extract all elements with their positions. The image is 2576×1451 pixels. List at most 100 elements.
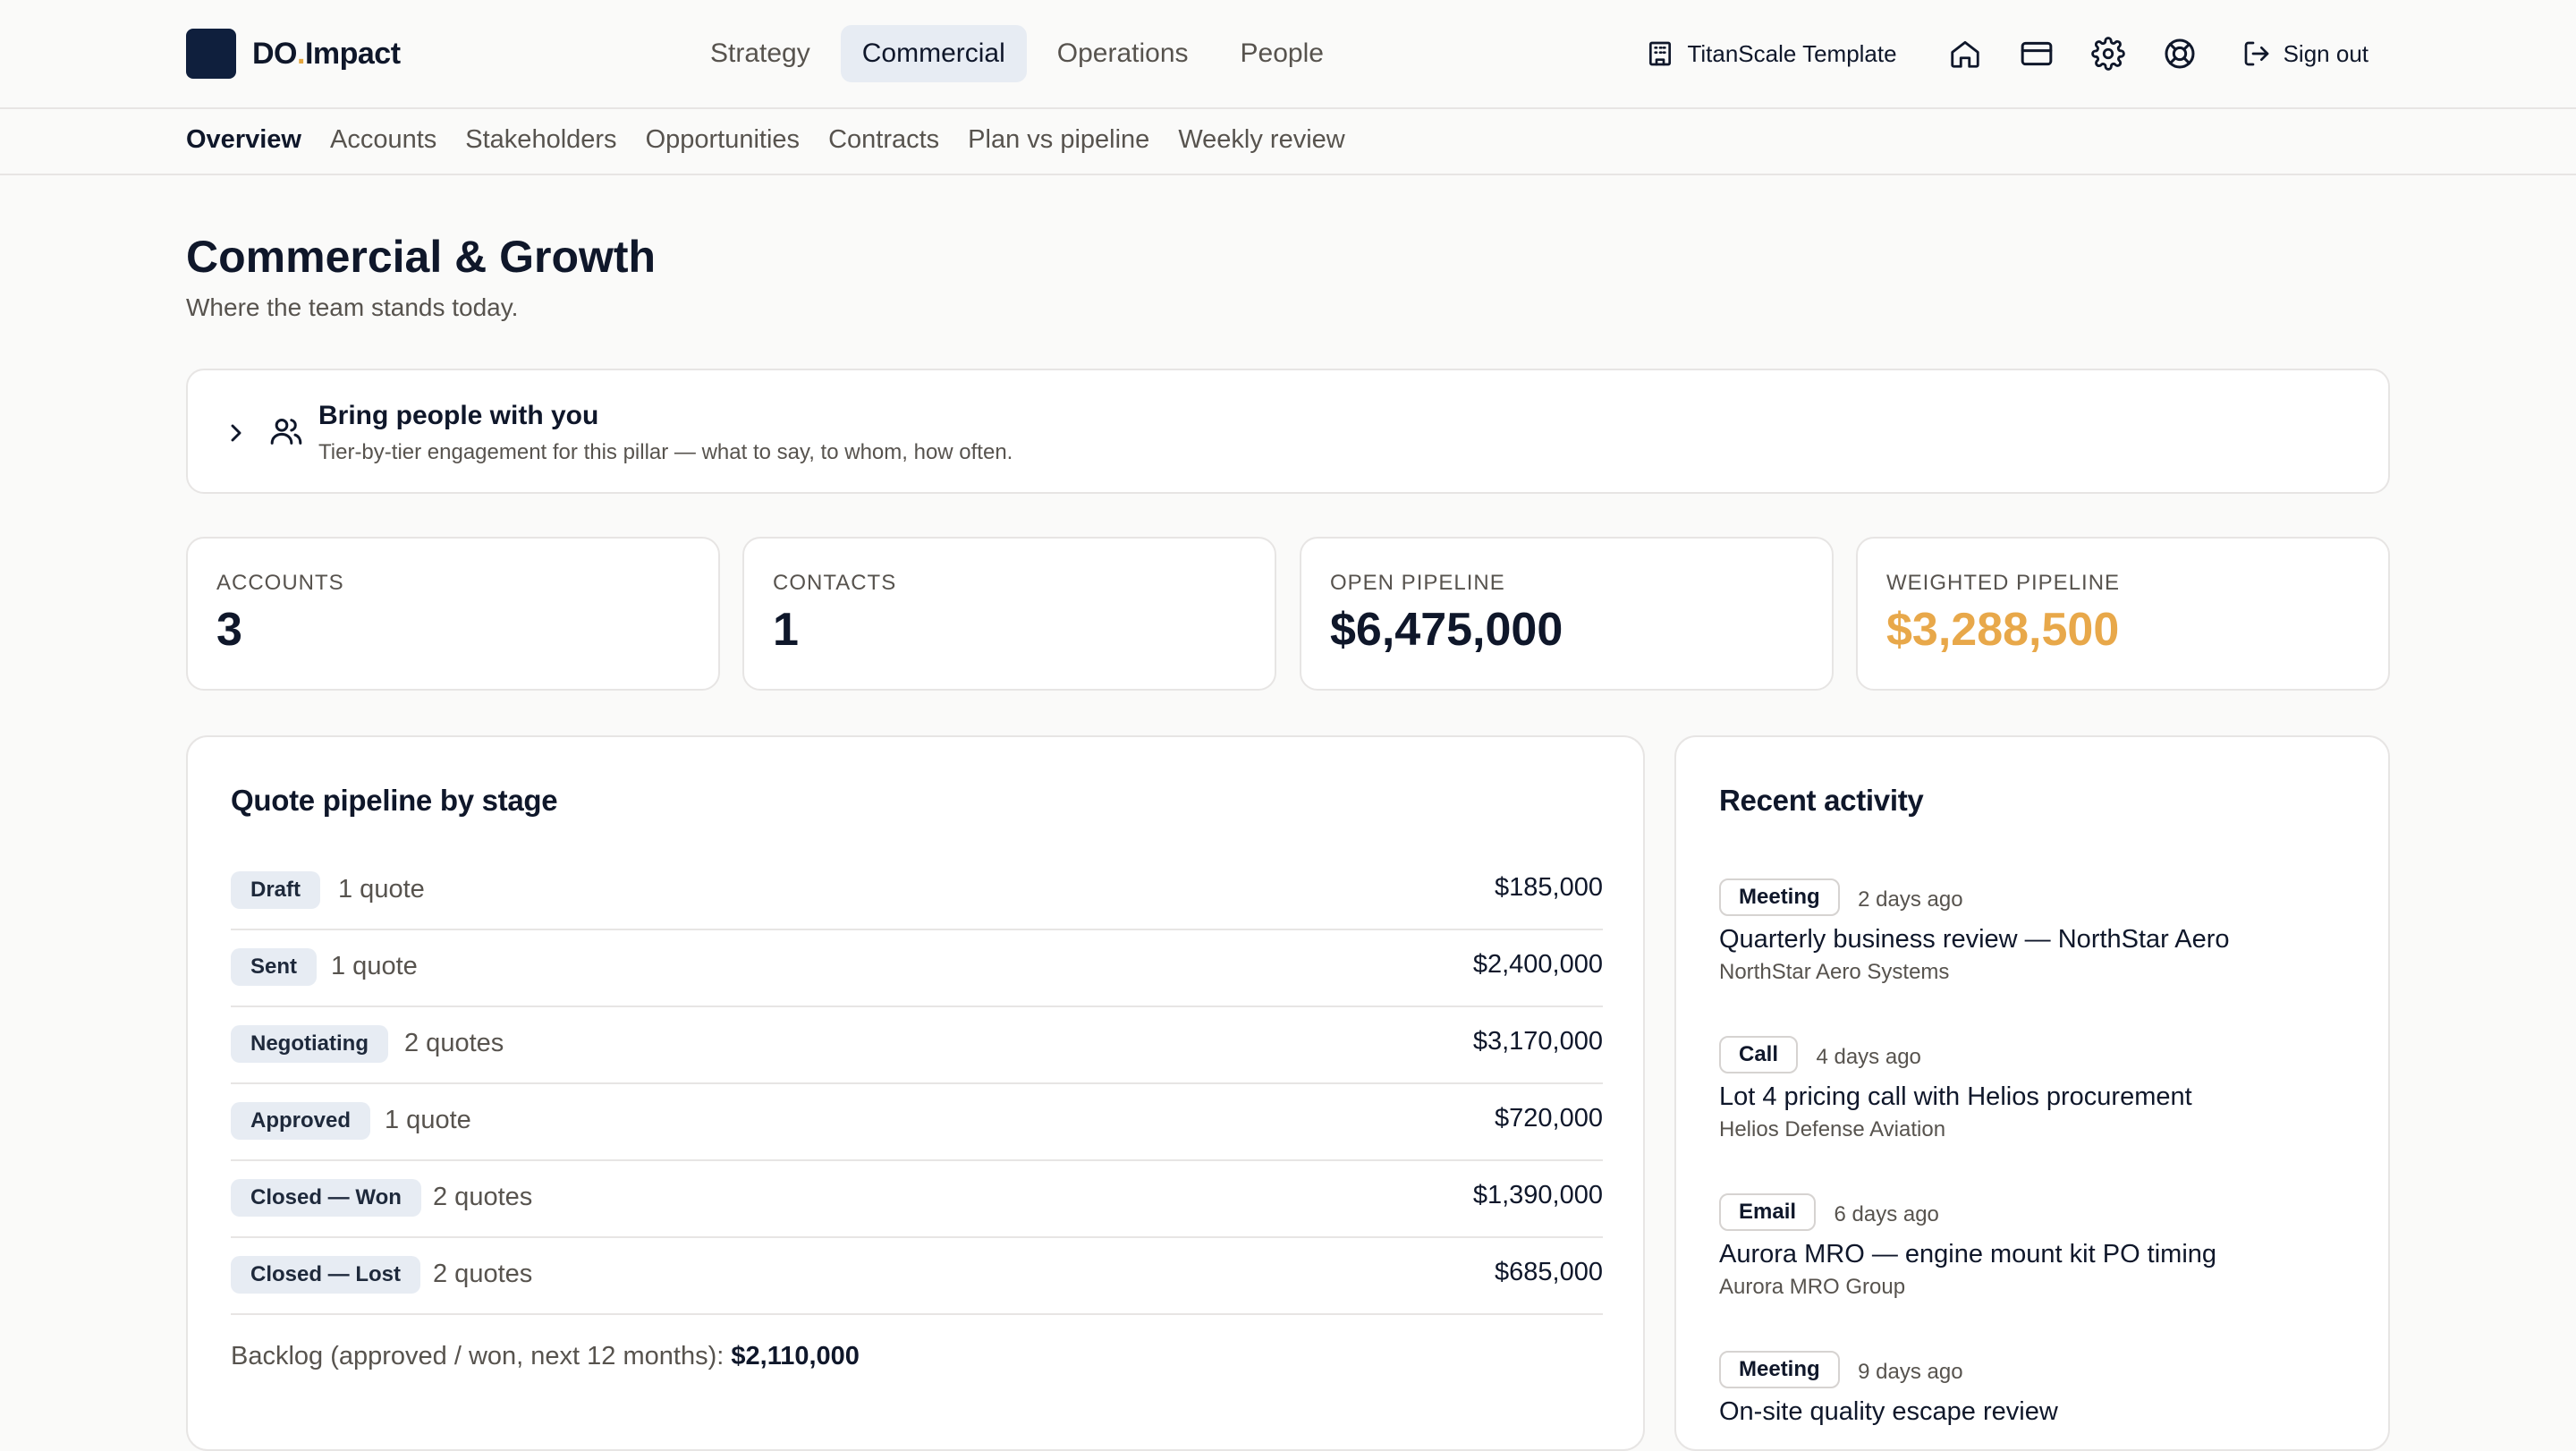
page-title: Commercial & Growth: [186, 232, 657, 282]
credit-card-icon: [2021, 41, 2052, 66]
sign-out-label: Sign out: [2283, 39, 2368, 67]
home-button[interactable]: [1929, 27, 2001, 81]
activity-time: 9 days ago: [1858, 1359, 1963, 1384]
subnav-accounts[interactable]: Accounts: [330, 125, 436, 155]
users-icon: [270, 419, 302, 445]
backlog-summary: Backlog (approved / won, next 12 months)…: [231, 1342, 860, 1371]
stage-badge: Approved: [231, 1102, 371, 1140]
quote-pipeline-panel: Quote pipeline by stage Draft 1 quote $1…: [186, 735, 1645, 1451]
kpi-value: 3: [216, 604, 242, 656]
building-icon: [1649, 41, 1672, 66]
stage-amount: $685,000: [1495, 1258, 1603, 1286]
backlog-label: Backlog (approved / won, next 12 months)…: [231, 1342, 724, 1370]
stage-badge: Negotiating: [231, 1025, 388, 1063]
stage-badge: Closed — Won: [231, 1179, 421, 1217]
nav-operations[interactable]: Operations: [1036, 25, 1210, 82]
activity-org: Aurora MRO Group: [1719, 1275, 1906, 1299]
kpi-label: CONTACTS: [773, 571, 897, 595]
stage-row[interactable]: Approved 1 quote $720,000: [231, 1084, 1603, 1161]
activity-title: Lot 4 pricing call with Helios procureme…: [1719, 1082, 2192, 1111]
stage-count: 1 quote: [331, 952, 418, 980]
help-button[interactable]: [2144, 27, 2216, 81]
chevron-right-icon: [231, 424, 242, 442]
user-toolbar: TitanScale Template Sign out: [1646, 27, 2368, 81]
nav-people[interactable]: People: [1219, 25, 1345, 82]
stage-row[interactable]: Sent 1 quote $2,400,000: [231, 930, 1603, 1007]
home-icon: [1950, 40, 1979, 68]
activity-type-badge: Call: [1719, 1036, 1799, 1073]
brand-logo[interactable]: DO.Impact: [186, 29, 401, 79]
settings-button[interactable]: [2072, 27, 2144, 81]
kpi-card-accounts: ACCOUNTS 3: [186, 537, 720, 691]
kpi-label: WEIGHTED PIPELINE: [1886, 571, 2121, 595]
stage-row[interactable]: Negotiating 2 quotes $3,170,000: [231, 1007, 1603, 1084]
billing-button[interactable]: [2001, 27, 2072, 81]
activity-type-badge: Meeting: [1719, 878, 1840, 916]
page-subtitle: Where the team stands today.: [186, 293, 519, 321]
stage-amount: $3,170,000: [1472, 1027, 1603, 1056]
stage-badge: Draft: [231, 871, 321, 909]
kpi-label: OPEN PIPELINE: [1330, 571, 1505, 595]
activity-title: Aurora MRO — engine mount kit PO timing: [1719, 1240, 2217, 1269]
activity-org: Helios Defense Aviation: [1719, 1117, 1946, 1141]
tenant-switcher[interactable]: TitanScale Template: [1646, 39, 1897, 68]
top-bar: DO.Impact Strategy Commercial Operations…: [0, 0, 2576, 109]
subnav-opportunities[interactable]: Opportunities: [646, 125, 801, 155]
recent-activity-panel: Recent activity Meeting 2 days ago Quart…: [1674, 735, 2390, 1451]
subnav-weekly-review[interactable]: Weekly review: [1178, 125, 1344, 155]
stage-count: 2 quotes: [433, 1260, 533, 1288]
subnav-overview[interactable]: Overview: [186, 125, 301, 155]
nav-commercial[interactable]: Commercial: [840, 25, 1027, 82]
stage-badge: Closed — Lost: [231, 1256, 421, 1294]
kpi-card-open-pipeline: OPEN PIPELINE $6,475,000: [1300, 537, 1834, 691]
kpi-value: $6,475,000: [1330, 604, 1563, 656]
subnav-plan-vs-pipeline[interactable]: Plan vs pipeline: [968, 125, 1149, 155]
activity-item[interactable]: Email 6 days ago Aurora MRO — engine mou…: [1719, 1193, 2345, 1300]
stage-count: 1 quote: [385, 1106, 471, 1134]
activity-org: NorthStar Aero Systems: [1719, 960, 1950, 984]
kpi-label: ACCOUNTS: [216, 571, 344, 595]
panel-title: Recent activity: [1719, 784, 1924, 817]
stage-count: 2 quotes: [404, 1029, 504, 1057]
backlog-value: $2,110,000: [731, 1342, 860, 1370]
engagement-banner[interactable]: Bring people with you Tier-by-tier engag…: [186, 369, 2390, 494]
nav-strategy[interactable]: Strategy: [689, 25, 832, 82]
activity-time: 2 days ago: [1858, 887, 1963, 912]
logo-mark-icon: [186, 29, 236, 79]
log-out-icon: [2244, 41, 2268, 66]
activity-item[interactable]: Call 4 days ago Lot 4 pricing call with …: [1719, 1036, 2345, 1142]
subnav-stakeholders[interactable]: Stakeholders: [465, 125, 616, 155]
banner-subtitle: Tier-by-tier engagement for this pillar …: [318, 440, 1013, 464]
activity-time: 6 days ago: [1834, 1201, 1939, 1226]
brand-name: DO.Impact: [252, 36, 401, 71]
kpi-card-weighted-pipeline: WEIGHTED PIPELINE $3,288,500: [1856, 537, 2390, 691]
activity-time: 4 days ago: [1816, 1044, 1921, 1069]
stage-amount: $1,390,000: [1472, 1181, 1603, 1209]
kpi-value: $3,288,500: [1886, 604, 2120, 656]
activity-type-badge: Email: [1719, 1193, 1817, 1231]
stage-row[interactable]: Closed — Lost 2 quotes $685,000: [231, 1238, 1603, 1315]
stage-count: 2 quotes: [433, 1183, 533, 1211]
main-nav: Strategy Commercial Operations People: [689, 25, 1345, 82]
kpi-card-contacts: CONTACTS 1: [742, 537, 1276, 691]
activity-type-badge: Meeting: [1719, 1351, 1840, 1388]
kpi-value: 1: [773, 604, 799, 656]
stage-amount: $2,400,000: [1472, 950, 1603, 979]
lifebuoy-icon: [2165, 38, 2195, 69]
activity-title: On-site quality escape review: [1719, 1397, 2058, 1426]
stage-amount: $720,000: [1495, 1104, 1603, 1133]
tenant-name: TitanScale Template: [1687, 39, 1897, 67]
stage-badge: Sent: [231, 948, 318, 986]
sign-out-button[interactable]: Sign out: [2242, 39, 2368, 68]
activity-item[interactable]: Meeting 9 days ago On-site quality escap…: [1719, 1351, 2345, 1427]
stage-row[interactable]: Closed — Won 2 quotes $1,390,000: [231, 1161, 1603, 1238]
stage-amount: $185,000: [1495, 873, 1603, 902]
activity-item[interactable]: Meeting 2 days ago Quarterly business re…: [1719, 878, 2345, 985]
panel-title: Quote pipeline by stage: [231, 784, 558, 817]
stage-row[interactable]: Draft 1 quote $185,000: [231, 853, 1603, 930]
banner-title: Bring people with you: [318, 401, 599, 430]
sub-nav: Overview Accounts Stakeholders Opportuni…: [0, 111, 2576, 175]
activity-title: Quarterly business review — NorthStar Ae…: [1719, 925, 2230, 954]
subnav-contracts[interactable]: Contracts: [828, 125, 939, 155]
gear-icon: [2090, 37, 2125, 71]
